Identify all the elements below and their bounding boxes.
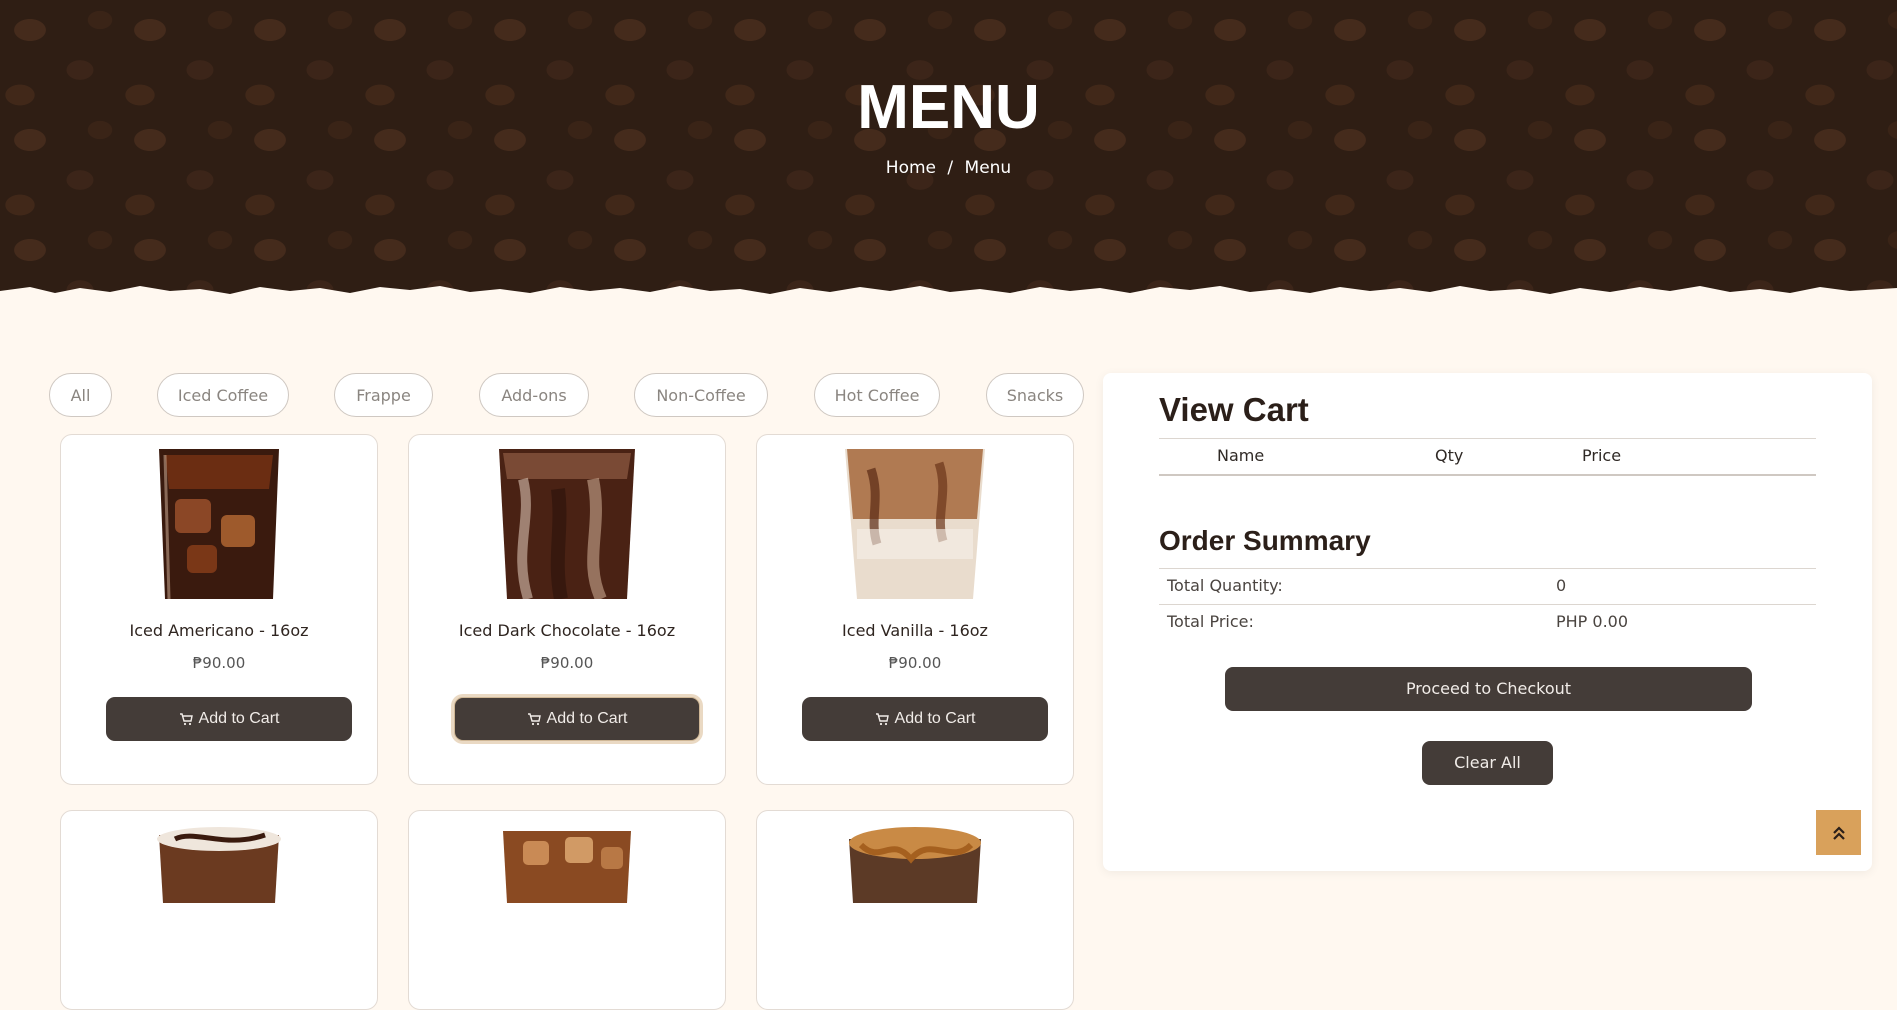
hero-overlay (0, 0, 1897, 305)
product-name: Iced Americano - 16oz (129, 621, 309, 640)
chevrons-up-icon (1832, 825, 1845, 840)
clear-all-button[interactable]: Clear All (1422, 741, 1553, 785)
cart-column-qty: Qty (1435, 446, 1464, 465)
filter-all[interactable]: All (49, 373, 112, 417)
breadcrumb-home-link[interactable]: Home (886, 158, 936, 178)
cart-column-name: Name (1217, 446, 1265, 465)
product-price: ₱90.00 (540, 654, 594, 672)
product-image (503, 831, 631, 903)
divider (1159, 474, 1816, 476)
cart-icon (527, 712, 541, 726)
filter-hot-coffee[interactable]: Hot Coffee (814, 373, 940, 417)
breadcrumb: Home / Menu (0, 158, 1897, 178)
add-to-cart-label: Add to Cart (546, 710, 628, 727)
back-to-top-button[interactable] (1816, 810, 1861, 855)
add-to-cart-button[interactable]: Add to Cart (106, 697, 352, 741)
total-quantity-value: 0 (1556, 576, 1567, 595)
add-to-cart-button[interactable]: Add to Cart (802, 697, 1048, 741)
divider (1159, 438, 1816, 439)
breadcrumb-separator: / (947, 158, 954, 178)
filter-non-coffee[interactable]: Non-Coffee (634, 373, 768, 417)
product-card (60, 810, 378, 1010)
cart-title: View Cart (1159, 391, 1309, 428)
filter-iced-coffee[interactable]: Iced Coffee (157, 373, 289, 417)
product-image (157, 827, 281, 903)
total-quantity-label: Total Quantity: (1167, 576, 1283, 595)
iced-americano-image (159, 449, 279, 599)
order-summary-title: Order Summary (1159, 525, 1371, 556)
divider (1159, 604, 1816, 605)
cart-panel: View Cart Name Qty Price Order Summary T… (1103, 373, 1872, 871)
add-to-cart-label: Add to Cart (198, 710, 280, 727)
cart-icon (875, 712, 889, 726)
product-name: Iced Dark Chocolate - 16oz (458, 621, 676, 640)
cart-icon (179, 712, 193, 726)
iced-vanilla-image (845, 449, 985, 599)
iced-dark-chocolate-image (499, 449, 635, 599)
product-card: Iced Dark Chocolate - 16oz ₱90.00 Add to… (408, 434, 726, 785)
total-price-value: PHP 0.00 (1556, 612, 1629, 631)
product-card (408, 810, 726, 1010)
breadcrumb-current: Menu (964, 158, 1012, 178)
hero-banner: MENU Home / Menu (0, 0, 1897, 305)
page-title: MENU (857, 73, 1040, 142)
filter-add-ons[interactable]: Add-ons (479, 373, 589, 417)
divider (1159, 568, 1816, 569)
filter-frappe[interactable]: Frappe (334, 373, 433, 417)
product-card (756, 810, 1074, 1010)
product-price: ₱90.00 (192, 654, 246, 672)
add-to-cart-label: Add to Cart (894, 710, 976, 727)
product-card: Iced Vanilla - 16oz ₱90.00 Add to Cart (756, 434, 1074, 785)
torn-paper-edge (0, 286, 1897, 305)
total-price-label: Total Price: (1167, 612, 1254, 631)
product-price: ₱90.00 (888, 654, 942, 672)
product-name: Iced Vanilla - 16oz (842, 621, 988, 640)
proceed-to-checkout-button[interactable]: Proceed to Checkout (1225, 667, 1752, 711)
add-to-cart-button[interactable]: Add to Cart (454, 697, 700, 741)
cart-column-price: Price (1582, 446, 1622, 465)
product-image (849, 827, 981, 903)
product-card: Iced Americano - 16oz ₱90.00 Add to Cart (60, 434, 378, 785)
filter-snacks[interactable]: Snacks (986, 373, 1084, 417)
